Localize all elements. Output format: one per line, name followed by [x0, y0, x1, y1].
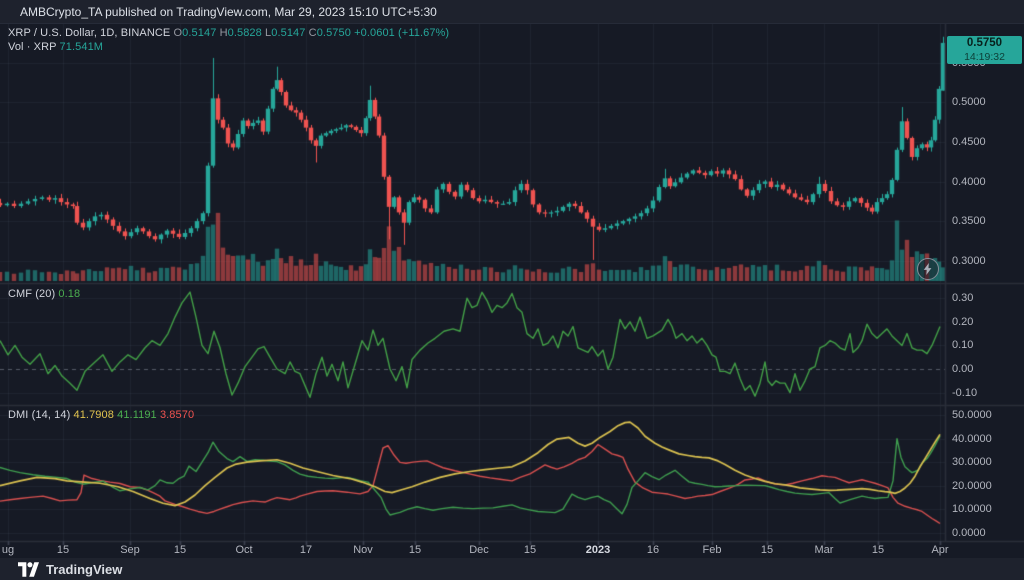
time-tick-label: 15 — [760, 544, 774, 556]
time-tick-label: 15 — [408, 544, 422, 556]
time-tick-label: Mar — [814, 544, 834, 556]
axis-tick-label: 0.00 — [952, 363, 974, 375]
axis-tick-label: 0.3500 — [952, 215, 986, 228]
ohlc-close-label: C — [308, 27, 317, 39]
last-price-badge[interactable]: 0.5750 14:19:32 — [947, 36, 1022, 64]
symbol-title[interactable]: XRP / U.S. Dollar, 1D, BINANCE — [8, 27, 170, 39]
axis-tick-label: 0.5000 — [952, 96, 986, 109]
instant-trading-button[interactable] — [917, 258, 939, 280]
dmi-label[interactable]: DMI (14, 14) — [8, 409, 70, 421]
axis-tick-label: 0.0000 — [952, 526, 986, 539]
axis-tick-label: 40.0000 — [952, 432, 992, 445]
time-tick-label: Dec — [469, 544, 489, 556]
ohlc-change-value: +0.0601 (+11.67%) — [354, 27, 450, 39]
footer-bar: TradingView — [0, 558, 1024, 580]
time-tick-label: ug — [1, 544, 15, 556]
publish-bar: AMBCrypto_TA published on TradingView.co… — [0, 0, 1024, 24]
axis-tick-label: 0.10 — [952, 339, 974, 352]
volume-label[interactable]: Vol · XRP — [8, 41, 56, 53]
axis-tick-label: 0.3000 — [952, 254, 986, 267]
axis-tick-label: 20.0000 — [952, 479, 992, 492]
tradingview-brand-text[interactable]: TradingView — [46, 562, 122, 577]
dmi-plusdi-value: 41.1191 — [117, 409, 157, 421]
publish-text: AMBCrypto_TA published on TradingView.co… — [20, 5, 437, 19]
cmf-legend[interactable]: CMF (20) 0.18 — [8, 288, 80, 300]
time-tick-label: 16 — [646, 544, 660, 556]
time-tick-label: 15 — [56, 544, 70, 556]
time-tick-label: 15 — [173, 544, 187, 556]
ohlc-high-value: 0.5828 — [227, 27, 262, 39]
time-tick-label: 2023 — [585, 544, 611, 556]
ohlc-high-label: H — [219, 27, 228, 39]
time-tick-label: 15 — [523, 544, 537, 556]
ohlc-close-value: 0.5750 — [316, 27, 351, 39]
axis-tick-label: 30.0000 — [952, 456, 992, 469]
axis-tick-label: 0.4500 — [952, 135, 986, 148]
axis-tick-label: 0.30 — [952, 292, 974, 305]
axis-tick-label: 0.20 — [952, 315, 974, 328]
symbol-legend[interactable]: XRP / U.S. Dollar, 1D, BINANCE O0.5147 H… — [8, 27, 449, 39]
volume-legend[interactable]: Vol · XRP 71.541M — [8, 41, 103, 53]
axis-tick-label: 0.4000 — [952, 175, 986, 188]
last-price-value: 0.5750 — [966, 37, 1003, 49]
ohlc-low-value: 0.5147 — [271, 27, 306, 39]
time-tick-label: Nov — [353, 544, 373, 556]
dmi-legend[interactable]: DMI (14, 14) 41.7908 41.1191 3.8570 — [8, 409, 194, 421]
time-tick-label: Apr — [931, 544, 949, 556]
ohlc-open-value: 0.5147 — [182, 27, 217, 39]
cmf-label[interactable]: CMF (20) — [8, 288, 55, 300]
time-tick-label: Feb — [702, 544, 722, 556]
time-tick-label: 17 — [299, 544, 313, 556]
dmi-adx-value: 41.7908 — [73, 409, 114, 421]
time-tick-label: Sep — [120, 544, 140, 556]
axis-tick-label: 10.0000 — [952, 503, 992, 516]
dmi-minusdi-value: 3.8570 — [159, 409, 195, 421]
lightning-icon — [923, 263, 932, 275]
cmf-value: 0.18 — [58, 288, 81, 300]
chart-canvas[interactable] — [0, 24, 1024, 558]
axis-tick-label: 50.0000 — [952, 409, 992, 422]
tradingview-chart-window: AMBCrypto_TA published on TradingView.co… — [0, 0, 1024, 580]
time-tick-label: Oct — [235, 544, 253, 556]
volume-value: 71.541M — [59, 41, 104, 53]
bar-countdown: 14:19:32 — [964, 51, 1005, 63]
tradingview-logo-icon[interactable] — [18, 561, 39, 577]
ohlc-open-label: O — [173, 27, 183, 39]
time-tick-label: 15 — [871, 544, 885, 556]
axis-tick-label: -0.10 — [952, 386, 978, 399]
